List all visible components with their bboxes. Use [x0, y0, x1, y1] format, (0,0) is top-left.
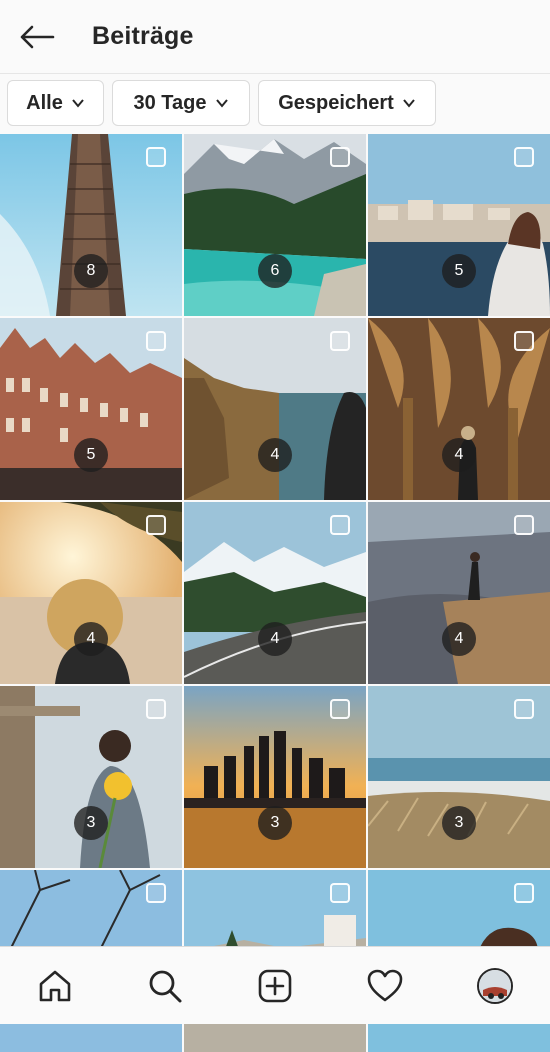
- chevron-down-icon: [403, 99, 415, 108]
- filter-dropdown-all[interactable]: Alle: [7, 80, 104, 126]
- page-title: Beiträge: [92, 22, 194, 50]
- nav-search-button[interactable]: [140, 961, 190, 1011]
- post-count-badge: 4: [74, 622, 108, 656]
- heart-icon: [367, 969, 403, 1001]
- select-checkbox[interactable]: [146, 331, 166, 351]
- post-tile[interactable]: 4: [184, 502, 366, 684]
- post-tile[interactable]: 8: [0, 134, 182, 316]
- select-checkbox[interactable]: [514, 699, 534, 719]
- bottom-navigation: [0, 946, 550, 1024]
- filter-label: 30 Tage: [133, 91, 207, 114]
- chevron-down-icon: [215, 99, 228, 108]
- post-count-badge: 4: [258, 622, 292, 656]
- post-tile[interactable]: 4: [0, 502, 182, 684]
- select-checkbox[interactable]: [514, 515, 534, 535]
- post-tile[interactable]: 4: [184, 318, 366, 500]
- select-checkbox[interactable]: [514, 331, 534, 351]
- select-checkbox[interactable]: [514, 883, 534, 903]
- select-checkbox[interactable]: [330, 699, 350, 719]
- nav-activity-button[interactable]: [360, 961, 410, 1011]
- select-checkbox[interactable]: [146, 515, 166, 535]
- post-tile[interactable]: 3: [0, 686, 182, 868]
- search-icon: [149, 970, 182, 1002]
- profile-avatar: [477, 967, 513, 1004]
- post-count-badge: 4: [442, 438, 476, 472]
- select-checkbox[interactable]: [146, 883, 166, 903]
- filter-dropdown-period[interactable]: 30 Tage: [112, 80, 250, 126]
- post-count-badge: 5: [442, 254, 476, 288]
- post-count-badge: 4: [258, 438, 292, 472]
- nav-profile-button[interactable]: [470, 961, 520, 1011]
- select-checkbox[interactable]: [330, 331, 350, 351]
- select-checkbox[interactable]: [330, 883, 350, 903]
- post-count-badge: 6: [258, 254, 292, 288]
- header-bar: Beiträge: [0, 0, 550, 74]
- nav-new-post-button[interactable]: [250, 961, 300, 1011]
- post-count-badge: 5: [74, 438, 108, 472]
- select-checkbox[interactable]: [146, 699, 166, 719]
- filter-label: Gespeichert: [278, 91, 394, 114]
- posts-grid: 8 6 5 5 4 4 4 4 4 3 3 3: [0, 134, 550, 1052]
- post-count-badge: 3: [258, 806, 292, 840]
- post-count-badge: 8: [74, 254, 108, 288]
- filter-dropdown-metric[interactable]: Gespeichert: [258, 80, 436, 126]
- arrow-left-icon: [20, 25, 55, 48]
- post-count-badge: 3: [442, 806, 476, 840]
- post-tile[interactable]: 4: [368, 502, 550, 684]
- new-post-icon: [258, 969, 292, 1002]
- post-tile[interactable]: 4: [368, 318, 550, 500]
- select-checkbox[interactable]: [330, 515, 350, 535]
- select-checkbox[interactable]: [146, 147, 166, 167]
- nav-home-button[interactable]: [30, 961, 80, 1011]
- post-tile[interactable]: 3: [184, 686, 366, 868]
- post-tile[interactable]: 5: [368, 134, 550, 316]
- post-count-badge: 4: [442, 622, 476, 656]
- chevron-down-icon: [72, 99, 84, 108]
- home-icon: [39, 970, 71, 1001]
- select-checkbox[interactable]: [514, 147, 534, 167]
- post-count-badge: 3: [74, 806, 108, 840]
- filter-label: Alle: [26, 91, 63, 114]
- post-tile[interactable]: 5: [0, 318, 182, 500]
- post-tile[interactable]: 6: [184, 134, 366, 316]
- filter-bar: Alle 30 Tage Gespeichert: [7, 80, 436, 126]
- back-button[interactable]: [17, 22, 57, 52]
- post-tile[interactable]: 3: [368, 686, 550, 868]
- select-checkbox[interactable]: [330, 147, 350, 167]
